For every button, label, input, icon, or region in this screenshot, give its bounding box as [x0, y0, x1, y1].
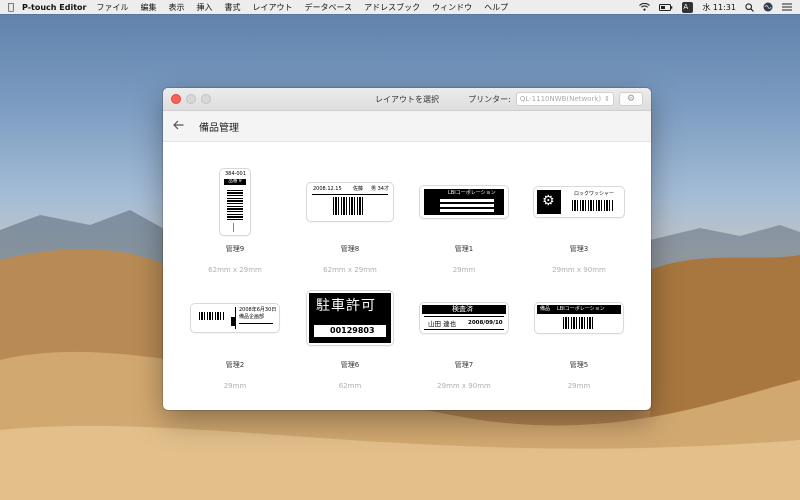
- label-thumbnail: 備品 LBIコーポレーション: [535, 303, 623, 333]
- label-thumbnail: 2008年6月30日 備品企画部: [191, 304, 279, 332]
- template-size: 62mm: [338, 382, 362, 390]
- template-name: 管理6: [340, 361, 360, 369]
- template-card[interactable]: 駐車許可 00129803 管理6 62mm: [292, 282, 408, 402]
- updown-chevron-icon: ⇕: [604, 95, 610, 103]
- menu-bar:  P-touch Editor ファイル 編集 表示 挿入 書式 レイアウト …: [0, 0, 800, 14]
- label-inspector: 山田 連也: [428, 320, 457, 328]
- template-card[interactable]: 2008年6月30日 備品企画部 管理2 29mm: [177, 282, 293, 402]
- label-product: ロックワッシャー: [574, 191, 615, 197]
- menu-view[interactable]: 表示: [168, 2, 184, 13]
- minimize-button[interactable]: [186, 94, 196, 104]
- label-person: 佐藤: [353, 186, 364, 192]
- menu-file[interactable]: ファイル: [96, 2, 128, 13]
- template-size: 29mm: [223, 382, 247, 390]
- template-size: 29mm: [452, 266, 476, 274]
- siri-icon[interactable]: [763, 2, 773, 12]
- label-item-number: 品番 9: [224, 179, 246, 185]
- close-button[interactable]: [171, 94, 181, 104]
- back-arrow-icon[interactable]: [173, 119, 187, 133]
- template-size: 29mm: [567, 382, 591, 390]
- settings-button[interactable]: ⚙: [619, 92, 643, 106]
- template-name: 管理9: [225, 245, 245, 253]
- page-title: 備品管理: [199, 122, 239, 134]
- apple-menu-icon[interactable]: : [0, 2, 22, 13]
- clock[interactable]: 水 11:31: [702, 2, 736, 13]
- label-inspection-date: 2008/09/10: [468, 320, 503, 326]
- template-name: 管理2: [225, 361, 245, 369]
- label-category: 備品: [540, 306, 551, 312]
- barcode: [227, 188, 243, 220]
- category-header: 備品管理: [163, 111, 651, 142]
- menu-insert[interactable]: 挿入: [196, 2, 212, 13]
- template-size: 29mm x 90mm: [437, 382, 491, 390]
- label-thumbnail: 2008.12.15 佐藤 男 34才: [307, 183, 393, 221]
- printer-select[interactable]: QL-1110NWB(Network) ⇕: [515, 92, 614, 106]
- template-card[interactable]: LBIコーポレーション 管理1 29mm: [406, 166, 522, 286]
- menu-format[interactable]: 書式: [224, 2, 240, 13]
- label-company: LBIコーポレーション: [557, 306, 605, 312]
- barcode: [333, 197, 365, 215]
- label-thumbnail: 384-001 品番 9: [220, 169, 250, 235]
- label-code: 384-001: [225, 171, 246, 177]
- template-name: 管理3: [569, 245, 589, 253]
- label-date: 2008年6月30日: [239, 307, 277, 313]
- printer-area: プリンター: QL-1110NWB(Network) ⇕ ⚙: [468, 92, 651, 106]
- app-menu[interactable]: P-touch Editor: [22, 3, 86, 12]
- search-icon[interactable]: [745, 2, 754, 12]
- template-card[interactable]: 2008.12.15 佐藤 男 34才 管理8 62mm x 29mm: [292, 166, 408, 286]
- layout-select-window: レイアウトを選択 プリンター: QL-1110NWB(Network) ⇕ ⚙ …: [163, 88, 651, 410]
- barcode: [199, 312, 225, 320]
- menu-database[interactable]: データベース: [304, 2, 352, 13]
- title-bar: レイアウトを選択 プリンター: QL-1110NWB(Network) ⇕ ⚙: [163, 88, 651, 111]
- menu-help[interactable]: ヘルプ: [484, 2, 508, 13]
- template-card[interactable]: 384-001 品番 9 管理9 62mm x 29mm: [177, 166, 293, 286]
- menu-address-book[interactable]: アドレスブック: [364, 2, 420, 13]
- template-name: 管理5: [569, 361, 589, 369]
- label-company: LBIコーポレーション: [448, 190, 496, 196]
- template-card[interactable]: 検査済 山田 連也 2008/09/10 管理7 29mm x 90mm: [406, 282, 522, 402]
- barcode: [572, 200, 614, 211]
- template-grid: 384-001 品番 9 管理9 62mm x 29mm 2008.12.15 …: [163, 141, 651, 410]
- label-thumbnail: ⚙ ロックワッシャー: [534, 187, 624, 217]
- menu-window[interactable]: ウィンドウ: [432, 2, 472, 13]
- template-size: 29mm x 90mm: [552, 266, 606, 274]
- template-card[interactable]: ⚙ ロックワッシャー 管理3 29mm x 90mm: [521, 166, 637, 286]
- template-name: 管理1: [454, 245, 474, 253]
- template-size: 62mm x 29mm: [323, 266, 377, 274]
- notification-center-icon[interactable]: [782, 3, 792, 11]
- template-name: 管理8: [340, 245, 360, 253]
- label-department: 備品企画部: [239, 314, 265, 320]
- menu-edit[interactable]: 編集: [140, 2, 156, 13]
- template-size: 62mm x 29mm: [208, 266, 262, 274]
- gear-icon: ⚙: [542, 193, 555, 209]
- printer-label: プリンター:: [468, 94, 511, 104]
- label-date: 2008.12.15: [313, 186, 342, 192]
- template-name: 管理7: [454, 361, 474, 369]
- label-thumbnail: 検査済 山田 連也 2008/09/10: [420, 303, 508, 333]
- battery-icon[interactable]: [659, 3, 673, 11]
- menu-layout[interactable]: レイアウト: [252, 2, 292, 13]
- label-permit-number: 00129803: [330, 326, 375, 335]
- label-thumbnail: LBIコーポレーション: [420, 186, 508, 218]
- label-inspected: 検査済: [452, 305, 473, 313]
- label-parking: 駐車許可: [316, 298, 376, 314]
- input-source-icon[interactable]: A: [682, 1, 694, 13]
- label-thumbnail: 駐車許可 00129803: [307, 291, 393, 345]
- wifi-icon[interactable]: [639, 3, 651, 11]
- label-gender-age: 男 34才: [371, 186, 389, 192]
- barcode: [563, 317, 595, 329]
- printer-select-value: QL-1110NWB(Network): [519, 95, 602, 103]
- template-card[interactable]: 備品 LBIコーポレーション 管理5 29mm: [521, 282, 637, 402]
- zoom-button[interactable]: [201, 94, 211, 104]
- gear-icon: ⚙: [626, 94, 636, 104]
